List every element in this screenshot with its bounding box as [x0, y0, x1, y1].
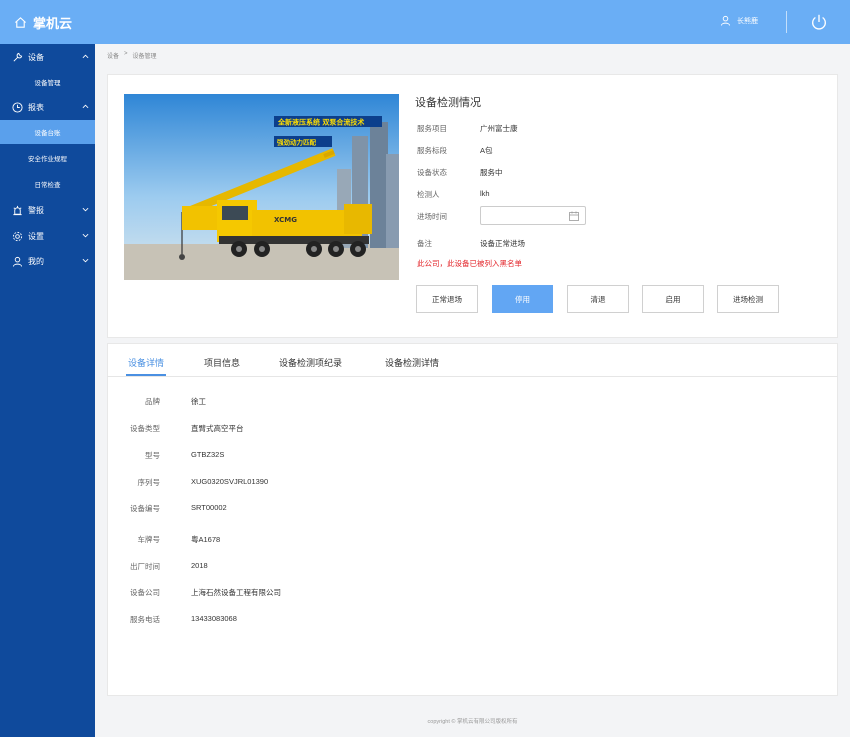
normal-exit-button[interactable]: 正常退场	[416, 285, 478, 313]
serial-number-value: XUG0320SVJRL01390	[191, 477, 269, 486]
header-divider	[786, 11, 787, 33]
chevron-down-icon	[82, 258, 89, 263]
nav-item-label: 安全作业规程	[28, 156, 67, 163]
nav-group-label: 设置	[28, 231, 44, 241]
inspector-label: 检测人	[417, 190, 440, 199]
remark-value: 设备正常进场	[480, 239, 525, 248]
nav-item-label: 设备台账	[34, 130, 61, 137]
equipment-photo: 全新液压系统 双泵合流技术 强劲动力匹配 XCMG	[124, 94, 399, 280]
chevron-up-icon	[82, 104, 89, 109]
manufacture-date-value: 2018	[191, 561, 208, 570]
clear-out-button[interactable]: 清退	[567, 285, 629, 313]
model-label: 型号	[145, 451, 160, 460]
details-card	[107, 343, 838, 696]
chevron-down-icon	[82, 233, 89, 238]
brand-value: 徐工	[191, 397, 206, 406]
enable-button[interactable]: 启用	[642, 285, 704, 313]
user-menu[interactable]: 长熊鹿	[720, 15, 758, 26]
wrench-icon	[13, 52, 23, 61]
calendar-icon[interactable]	[569, 211, 579, 221]
service-section-label: 服务标段	[417, 146, 447, 155]
footer-copyright: copyright © 掌机云有限公司版权所有	[427, 719, 518, 725]
entry-time-input[interactable]	[480, 206, 586, 225]
tab-project-info[interactable]: 项目信息	[204, 356, 240, 369]
tab-device-details[interactable]: 设备详情	[128, 356, 164, 369]
model-mark: XCMG	[274, 216, 297, 224]
serial-number-label: 序列号	[137, 478, 161, 487]
service-section-value: A包	[480, 146, 493, 155]
user-icon	[720, 15, 731, 26]
service-phone-value: 13433083068	[191, 614, 237, 623]
user-icon	[12, 256, 23, 267]
device-status-value: 服务中	[480, 168, 503, 177]
user-name: 长熊鹿	[737, 17, 758, 25]
nav-group-label: 我的	[28, 256, 44, 266]
nav-group-alarms[interactable]: 警报	[0, 200, 95, 220]
nav-group-mine[interactable]: 我的	[0, 251, 95, 271]
sidebar: 设备 设备管理 报表 设备台账 安全作业规程 日常检查 警报 设置 我的	[0, 44, 95, 737]
nav-item-label: 设备管理	[34, 80, 61, 87]
tabs-divider	[107, 376, 838, 377]
sidebar-item-safety-procedures[interactable]: 安全作业规程	[0, 146, 95, 170]
blacklist-warning: 此公司，此设备已被列入黑名单	[417, 259, 522, 268]
device-number-label: 设备编号	[130, 504, 160, 513]
chevron-down-icon	[82, 207, 89, 212]
nav-item-label: 日常检查	[34, 182, 61, 189]
nav-group-reports[interactable]: 报表	[0, 97, 95, 117]
breadcrumb-parent[interactable]: 设备	[107, 51, 119, 60]
service-project-label: 服务项目	[417, 124, 447, 133]
entry-inspection-button[interactable]: 进场检测	[717, 285, 779, 313]
tab-inspection-records[interactable]: 设备检测项纪录	[279, 356, 342, 369]
app-title: 掌机云	[33, 16, 73, 31]
plate-number-value: 粤A1678	[191, 535, 221, 544]
banner-headline: 全新液压系统 双泵合流技术	[277, 118, 364, 127]
disable-button[interactable]: 停用	[492, 285, 553, 313]
remark-label: 备注	[417, 239, 432, 248]
entry-time-label: 进场时间	[417, 212, 447, 221]
nav-group-device[interactable]: 设备	[0, 47, 95, 67]
gear-icon	[12, 231, 23, 241]
inspection-title: 设备检测情况	[415, 97, 481, 109]
sidebar-item-device-management[interactable]: 设备管理	[0, 70, 95, 94]
device-type-label: 设备类型	[130, 424, 160, 433]
chevron-up-icon	[82, 54, 89, 59]
manufacture-date-label: 出厂时间	[130, 562, 160, 571]
nav-group-label: 警报	[28, 205, 44, 215]
alarm-icon	[13, 205, 22, 215]
breadcrumb: 设备 > 设备管理	[107, 51, 157, 60]
top-bar: 掌机云 长熊鹿	[0, 0, 850, 44]
plate-number-label: 车牌号	[137, 535, 161, 544]
sidebar-item-device-ledger[interactable]: 设备台账	[0, 120, 95, 144]
breadcrumb-separator: >	[124, 51, 128, 57]
clock-icon	[12, 101, 23, 113]
device-number-value: SRT00002	[191, 503, 227, 512]
brand-label: 品牌	[145, 397, 160, 406]
service-project-value: 广州富士康	[480, 124, 518, 133]
sidebar-item-daily-check[interactable]: 日常检查	[0, 172, 95, 196]
nav-group-label: 设备	[28, 52, 44, 62]
power-icon[interactable]	[810, 13, 828, 31]
device-status-label: 设备状态	[417, 168, 447, 177]
tab-inspection-details[interactable]: 设备检测详情	[385, 356, 439, 369]
company-label: 设备公司	[130, 588, 160, 597]
nav-group-label: 报表	[28, 102, 44, 112]
model-value: GTBZ32S	[191, 450, 225, 459]
breadcrumb-current: 设备管理	[132, 54, 157, 60]
inspector-value: lkh	[480, 189, 490, 198]
home-icon	[15, 17, 26, 28]
company-value: 上海石然设备工程有限公司	[191, 588, 281, 597]
banner-subheadline: 强劲动力匹配	[277, 138, 317, 147]
service-phone-label: 服务电话	[130, 615, 160, 624]
brand[interactable]: 掌机云	[14, 13, 72, 32]
device-type-value: 直臂式高空平台	[191, 424, 244, 433]
nav-group-settings[interactable]: 设置	[0, 226, 95, 246]
